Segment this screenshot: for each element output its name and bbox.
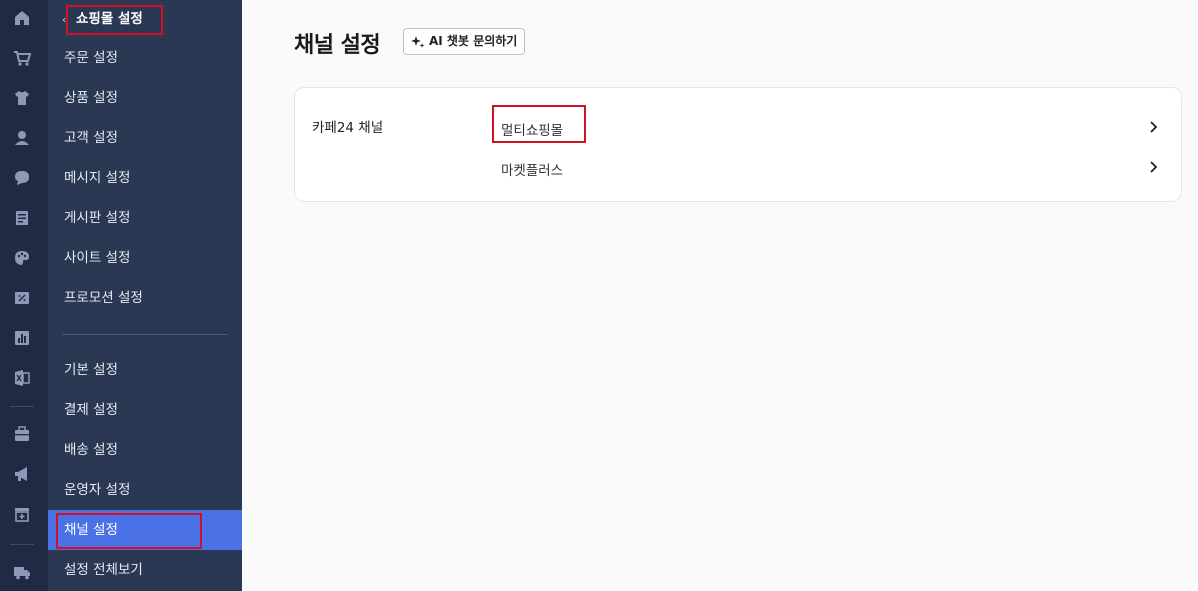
palette-icon[interactable] [12, 248, 32, 268]
chevron-right-icon [1145, 159, 1161, 175]
icon-rail [0, 0, 48, 591]
ai-chatbot-button[interactable]: AI 챗봇 문의하기 [403, 28, 526, 55]
truck-icon[interactable] [12, 562, 32, 582]
back-label: 쇼핑몰 설정 [76, 11, 143, 27]
cafe24-channel-label: 카페24 채널 [312, 120, 384, 136]
user-icon[interactable] [12, 128, 32, 148]
sidebar-item-payment[interactable]: 결제 설정 [48, 390, 242, 430]
sidebar-item-site[interactable]: 사이트 설정 [48, 238, 242, 278]
chevron-left-icon: ‹ [62, 13, 67, 26]
sidebar-item-channel[interactable]: 채널 설정 [48, 510, 242, 550]
sidebar-item-shipping[interactable]: 배송 설정 [48, 430, 242, 470]
home-icon[interactable] [12, 8, 32, 28]
rail-divider [10, 544, 34, 545]
page-title: 채널 설정 [294, 33, 381, 58]
sidebar-item-product[interactable]: 상품 설정 [48, 78, 242, 118]
discount-icon[interactable] [12, 288, 32, 308]
chart-icon[interactable] [12, 328, 32, 348]
cart-icon[interactable] [12, 48, 32, 68]
marketplus-row[interactable]: 마켓플러스 [501, 154, 1161, 182]
sidebar-item-all-settings[interactable]: 설정 전체보기 [48, 550, 242, 590]
sidebar-item-basic[interactable]: 기본 설정 [48, 350, 242, 390]
marketplus-label: 마켓플러스 [501, 163, 564, 179]
multi-shop-label: 멀티쇼핑몰 [501, 123, 564, 139]
channel-card: 카페24 채널 멀티쇼핑몰 마켓플러스 [294, 87, 1182, 202]
briefcase-icon[interactable] [12, 424, 32, 444]
board-icon[interactable] [12, 208, 32, 228]
ai-chatbot-label: AI 챗봇 문의하기 [429, 34, 518, 48]
settings-sidebar: ‹ 쇼핑몰 설정 주문 설정 상품 설정 고객 설정 메시지 설정 게시판 설정 … [48, 0, 242, 591]
chat-icon[interactable] [12, 168, 32, 188]
sidebar-item-operator[interactable]: 운영자 설정 [48, 470, 242, 510]
sidebar-divider [62, 334, 228, 335]
rail-divider [10, 406, 34, 407]
excel-icon[interactable] [12, 368, 32, 388]
sidebar-item-order[interactable]: 주문 설정 [48, 38, 242, 78]
back-to-shop-settings[interactable]: ‹ 쇼핑몰 설정 [62, 8, 162, 30]
megaphone-icon[interactable] [12, 464, 32, 484]
sidebar-item-message[interactable]: 메시지 설정 [48, 158, 242, 198]
sparkle-icon [411, 35, 425, 48]
sidebar-item-board[interactable]: 게시판 설정 [48, 198, 242, 238]
tshirt-icon[interactable] [12, 88, 32, 108]
main-content: 채널 설정 AI 챗봇 문의하기 카페24 채널 멀티쇼핑몰 마켓플러스 [242, 0, 1198, 591]
chevron-right-icon [1145, 119, 1161, 135]
store-icon[interactable] [12, 504, 32, 524]
sidebar-item-promotion[interactable]: 프로모션 설정 [48, 278, 242, 318]
sidebar-item-customer[interactable]: 고객 설정 [48, 118, 242, 158]
multi-shop-row[interactable]: 멀티쇼핑몰 [501, 114, 1161, 142]
